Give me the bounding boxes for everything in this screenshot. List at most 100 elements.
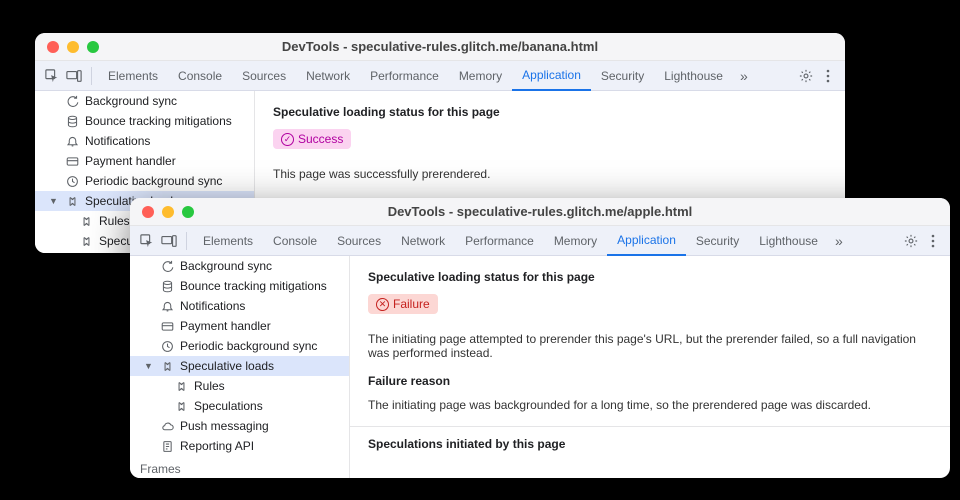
inspect-icon[interactable]	[136, 230, 158, 252]
chevron-down-icon: ▼	[49, 196, 59, 206]
sidebar-item-label: Payment handler	[85, 154, 176, 168]
sidebar-item-label: Push messaging	[180, 419, 269, 433]
sidebar-item-payment-handler[interactable]: Payment handler	[35, 151, 254, 171]
window-close-button[interactable]	[142, 206, 154, 218]
tab-application[interactable]: Application	[607, 226, 686, 256]
sidebar-item-reporting-api[interactable]: Reporting API	[130, 436, 349, 456]
sidebar-item-background-sync[interactable]: Background sync	[130, 256, 349, 276]
tab-lighthouse[interactable]: Lighthouse	[654, 61, 733, 91]
speculative-icon	[65, 195, 79, 208]
application-sidebar: Background sync Bounce tracking mitigatio…	[130, 256, 350, 478]
sidebar-item-rules[interactable]: Rules	[130, 376, 349, 396]
sidebar-item-payment-handler[interactable]: Payment handler	[130, 316, 349, 336]
sidebar-item-notifications[interactable]: Notifications	[35, 131, 254, 151]
sidebar-item-speculations[interactable]: Speculations	[130, 396, 349, 416]
sidebar-item-label: Rules	[99, 214, 130, 228]
sidebar-item-label: Background sync	[180, 259, 272, 273]
sidebar-item-label: Speculative loads	[180, 359, 274, 373]
status-badge: ✓ Success	[273, 129, 351, 149]
titlebar: DevTools - speculative-rules.glitch.me/a…	[130, 198, 950, 226]
failure-reason-message: The initiating page was backgrounded for…	[368, 398, 932, 412]
bell-icon	[65, 135, 79, 148]
sidebar-item-label: Bounce tracking mitigations	[180, 279, 327, 293]
tab-performance[interactable]: Performance	[455, 226, 544, 256]
cloud-icon	[160, 420, 174, 433]
sidebar-item-label: Speculations	[194, 399, 263, 413]
tabbar-divider	[186, 232, 187, 250]
tab-application[interactable]: Application	[512, 61, 591, 91]
tab-performance[interactable]: Performance	[360, 61, 449, 91]
panel-heading: Speculative loading status for this page	[368, 270, 932, 284]
tab-security[interactable]: Security	[591, 61, 654, 91]
sidebar-section-frames: Frames	[130, 456, 349, 478]
window-minimize-button[interactable]	[67, 41, 79, 53]
tab-lighthouse[interactable]: Lighthouse	[749, 226, 828, 256]
tab-memory[interactable]: Memory	[449, 61, 512, 91]
devtools-tabbar: Elements Console Sources Network Perform…	[35, 61, 845, 91]
sidebar-item-push-messaging[interactable]: Push messaging	[130, 416, 349, 436]
status-message: This page was successfully prerendered.	[273, 167, 827, 181]
more-tabs-icon[interactable]: »	[733, 65, 755, 87]
device-toggle-icon[interactable]	[63, 65, 85, 87]
tab-console[interactable]: Console	[263, 226, 327, 256]
sidebar-item-label: Periodic background sync	[85, 174, 222, 188]
speculative-icon	[79, 215, 93, 228]
sidebar-item-periodic-background-sync[interactable]: Periodic background sync	[35, 171, 254, 191]
tab-sources[interactable]: Sources	[232, 61, 296, 91]
tab-elements[interactable]: Elements	[98, 61, 168, 91]
status-badge-label: Success	[298, 132, 343, 146]
gear-icon[interactable]	[900, 230, 922, 252]
sidebar-item-label: Notifications	[180, 299, 245, 313]
sidebar-item-label: Reporting API	[180, 439, 254, 453]
panel-heading: Speculative loading status for this page	[273, 105, 827, 119]
window-title: DevTools - speculative-rules.glitch.me/a…	[130, 204, 950, 219]
tab-network[interactable]: Network	[296, 61, 360, 91]
tab-sources[interactable]: Sources	[327, 226, 391, 256]
clock-icon	[160, 340, 174, 353]
failure-reason-heading: Failure reason	[368, 374, 932, 388]
inspect-icon[interactable]	[41, 65, 63, 87]
sidebar-item-bounce-tracking-mitigations[interactable]: Bounce tracking mitigations	[35, 111, 254, 131]
clock-icon	[65, 175, 79, 188]
speculative-icon	[160, 360, 174, 373]
window-maximize-button[interactable]	[182, 206, 194, 218]
traffic-lights	[47, 41, 99, 53]
tab-network[interactable]: Network	[391, 226, 455, 256]
sidebar-item-speculative-loads[interactable]: ▼ Speculative loads	[130, 356, 349, 376]
sidebar-item-label: Rules	[194, 379, 225, 393]
sidebar-item-label: Periodic background sync	[180, 339, 317, 353]
sidebar-item-label: Payment handler	[180, 319, 271, 333]
sync-icon	[160, 260, 174, 273]
sidebar-item-bounce-tracking-mitigations[interactable]: Bounce tracking mitigations	[130, 276, 349, 296]
tab-memory[interactable]: Memory	[544, 226, 607, 256]
window-maximize-button[interactable]	[87, 41, 99, 53]
kebab-menu-icon[interactable]	[922, 230, 944, 252]
status-message: The initiating page attempted to prerend…	[368, 332, 932, 360]
card-icon	[160, 320, 174, 333]
tab-elements[interactable]: Elements	[193, 226, 263, 256]
sidebar-item-notifications[interactable]: Notifications	[130, 296, 349, 316]
speculative-icon	[174, 380, 188, 393]
chevron-down-icon: ▼	[144, 361, 154, 371]
tab-security[interactable]: Security	[686, 226, 749, 256]
x-circle-icon: ✕	[376, 298, 389, 311]
window-title: DevTools - speculative-rules.glitch.me/b…	[35, 39, 845, 54]
bell-icon	[160, 300, 174, 313]
window-close-button[interactable]	[47, 41, 59, 53]
sidebar-item-periodic-background-sync[interactable]: Periodic background sync	[130, 336, 349, 356]
speculative-icon	[79, 235, 93, 248]
gear-icon[interactable]	[795, 65, 817, 87]
status-badge: ✕ Failure	[368, 294, 438, 314]
sidebar-item-label: Notifications	[85, 134, 150, 148]
device-toggle-icon[interactable]	[158, 230, 180, 252]
speculative-icon	[174, 400, 188, 413]
report-icon	[160, 440, 174, 453]
kebab-menu-icon[interactable]	[817, 65, 839, 87]
sidebar-item-background-sync[interactable]: Background sync	[35, 91, 254, 111]
more-tabs-icon[interactable]: »	[828, 230, 850, 252]
devtools-window-front: DevTools - speculative-rules.glitch.me/a…	[130, 198, 950, 478]
tab-console[interactable]: Console	[168, 61, 232, 91]
card-icon	[65, 155, 79, 168]
window-minimize-button[interactable]	[162, 206, 174, 218]
devtools-tabbar: Elements Console Sources Network Perform…	[130, 226, 950, 256]
